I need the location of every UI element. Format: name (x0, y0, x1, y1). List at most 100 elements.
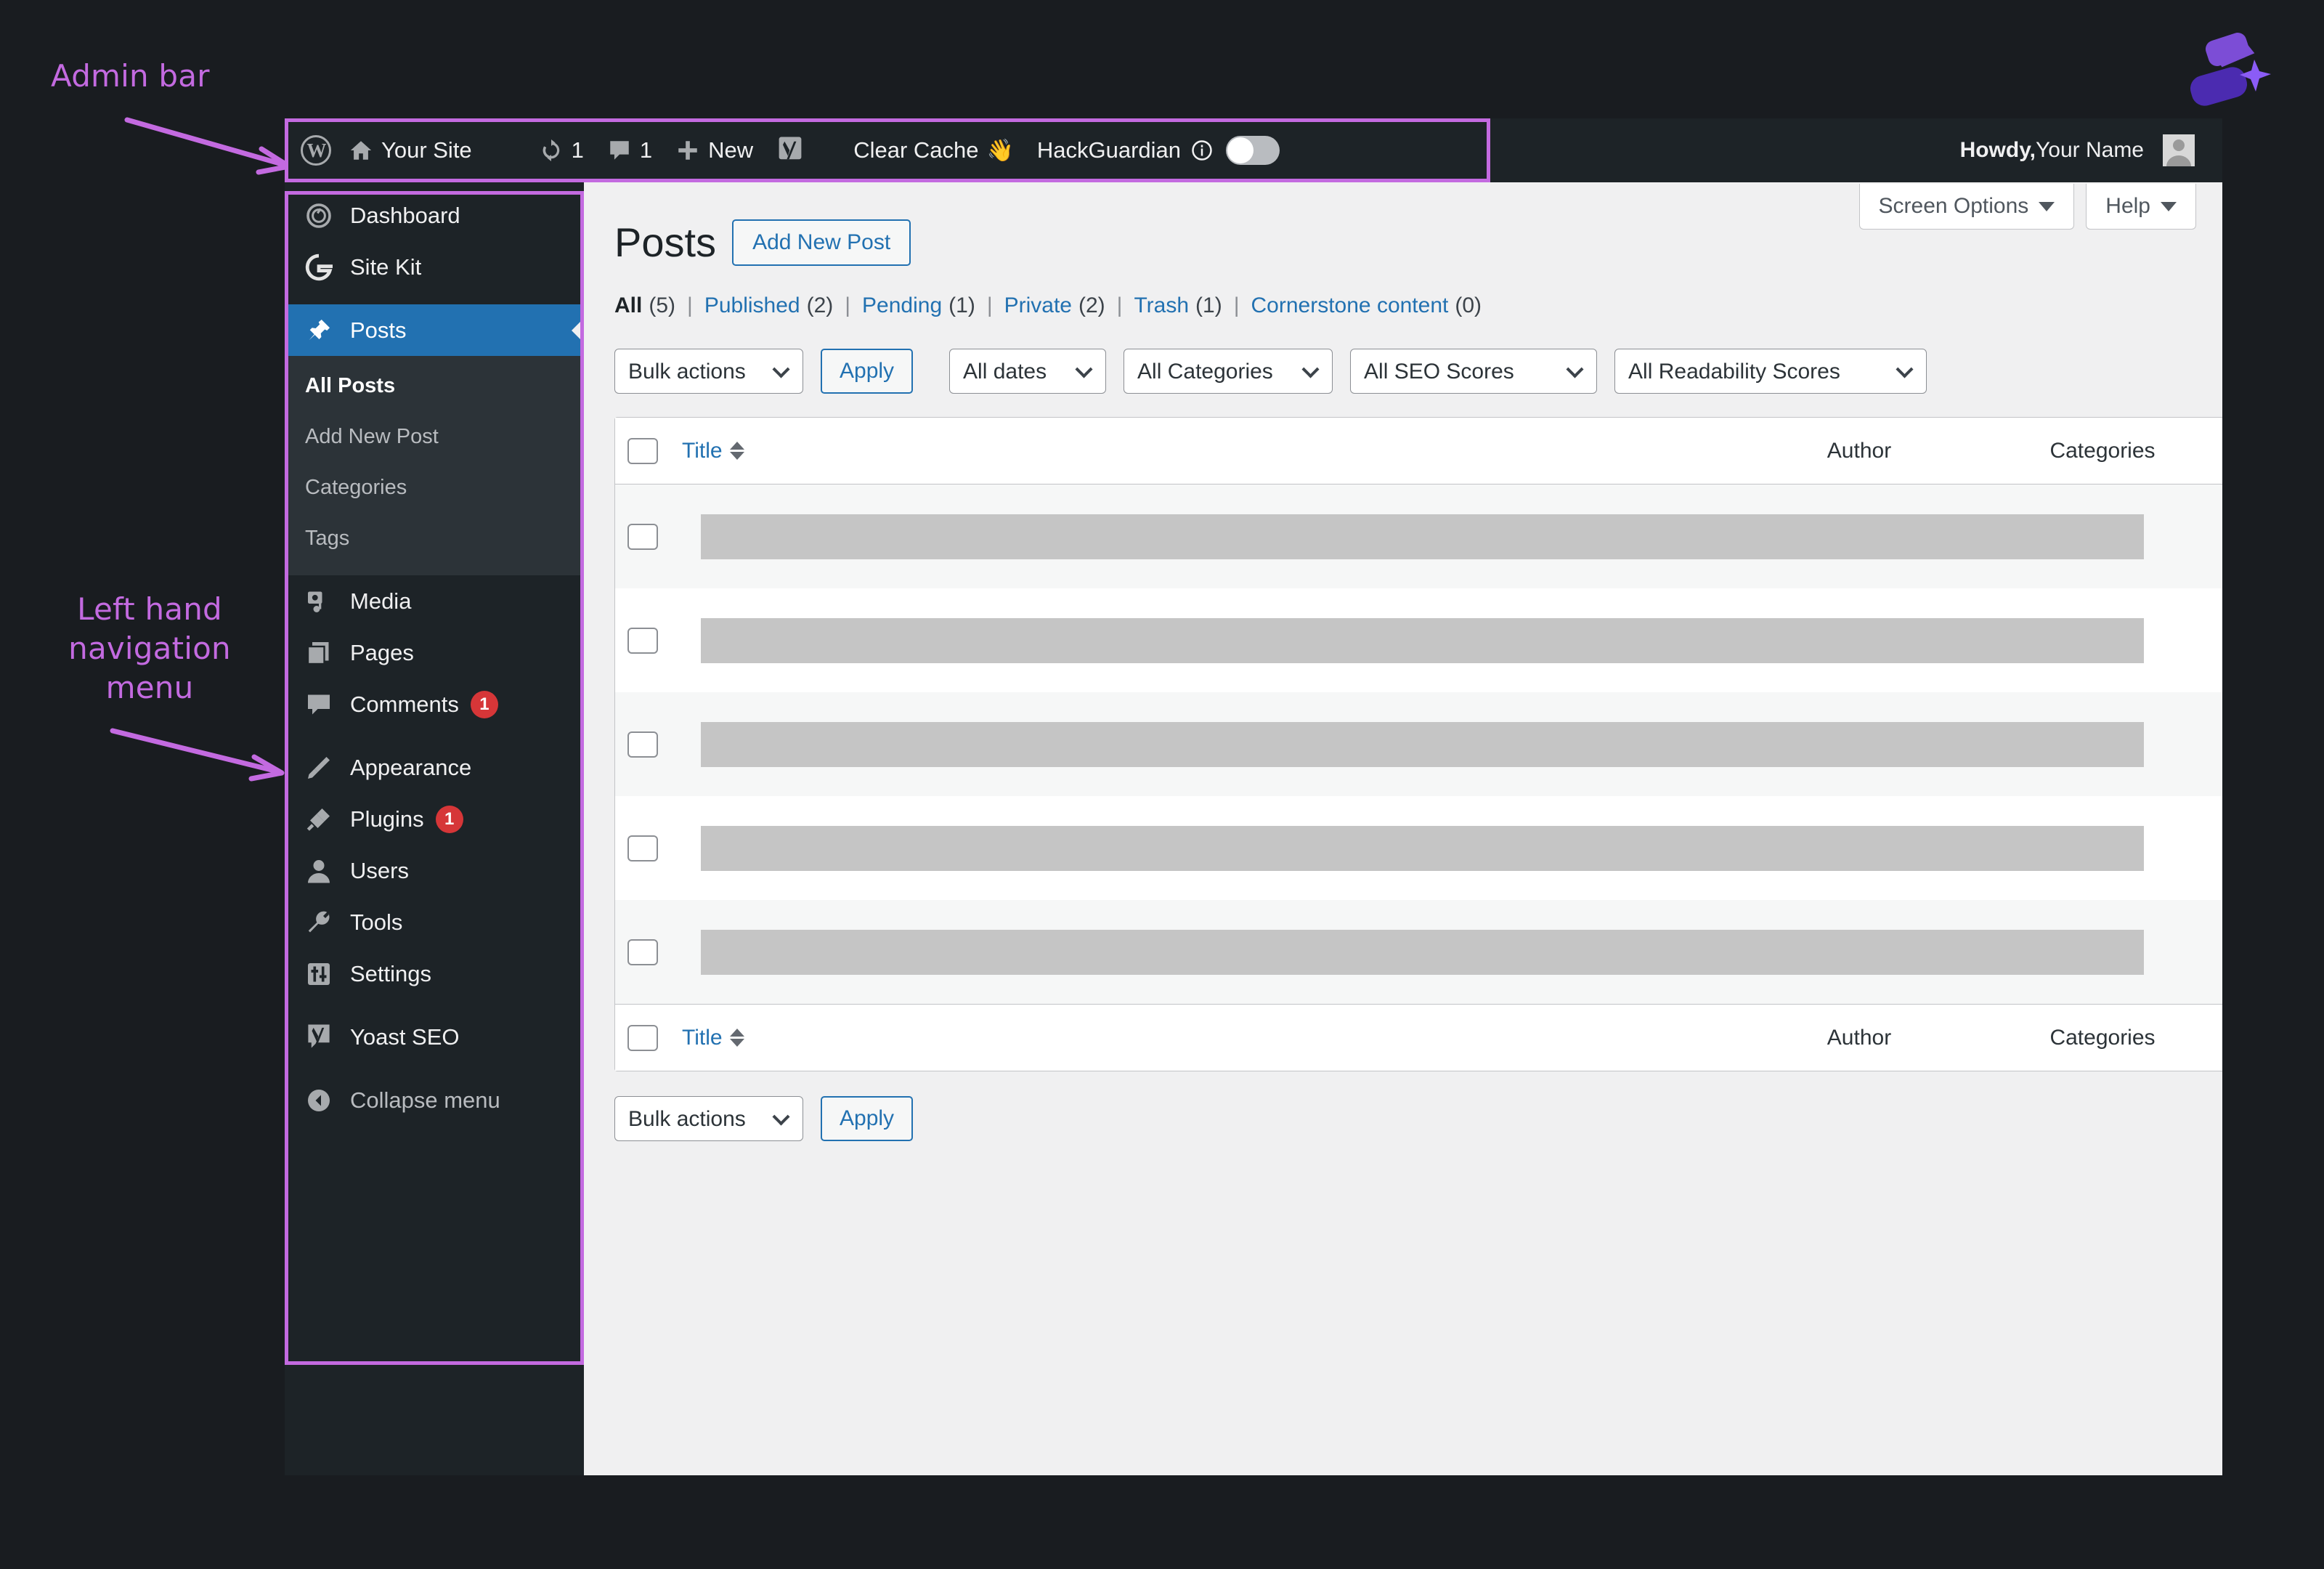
redacted-content-bar (701, 825, 2144, 871)
table-row[interactable] (615, 796, 2222, 900)
user-icon (302, 858, 336, 884)
sidebar-item-appearance[interactable]: Appearance (285, 742, 584, 793)
plugins-badge: 1 (435, 805, 463, 833)
hackguardian-menu[interactable]: HackGuardian (1025, 118, 1291, 182)
add-new-post-button[interactable]: Add New Post (732, 219, 911, 266)
redacted-content-bar (701, 929, 2144, 975)
sidebar-item-all-posts[interactable]: All Posts (285, 360, 584, 411)
new-content-menu[interactable]: New (664, 118, 765, 182)
date-filter-select[interactable]: All dates (949, 349, 1107, 394)
sidebar-item-add-new-post[interactable]: Add New Post (285, 411, 584, 462)
help-label: Help (2105, 194, 2150, 218)
yoast-seo-menu[interactable] (765, 118, 816, 182)
sidebar-item-posts[interactable]: Posts (285, 304, 584, 356)
wordpress-logo-menu[interactable]: W (285, 118, 337, 182)
sidebar-item-dashboard[interactable]: Dashboard (285, 190, 584, 241)
hackguardian-toggle[interactable] (1226, 136, 1280, 165)
column-header-title[interactable]: Title (670, 439, 1739, 463)
row-checkbox[interactable] (627, 523, 658, 550)
sidebar-item-yoast-seo[interactable]: Yoast SEO (285, 1011, 584, 1063)
menu-separator (285, 1000, 584, 1011)
collapse-menu-button[interactable]: Collapse menu (285, 1074, 584, 1126)
comments-menu[interactable]: 1 (596, 118, 664, 182)
bulk-actions-select-wrap: Bulk actions (614, 349, 803, 394)
apply-button-bottom[interactable]: Apply (821, 1096, 914, 1141)
sidebar-item-label: Comments (350, 691, 459, 717)
status-link-trash[interactable]: Trash (1) (1134, 293, 1222, 318)
wrench-icon (302, 909, 336, 936)
sidebar-item-label: Users (350, 857, 409, 883)
sidebar-item-categories[interactable]: Categories (285, 462, 584, 513)
status-link-cornerstone-content[interactable]: Cornerstone content (0) (1251, 293, 1482, 318)
table-row[interactable] (615, 588, 2222, 692)
row-checkbox[interactable] (627, 627, 658, 654)
status-link-label: All (614, 293, 643, 317)
sidebar-item-label: Dashboard (350, 202, 460, 228)
screen-options-button[interactable]: Screen Options (1858, 184, 2075, 230)
sidebar-item-plugins[interactable]: Plugins 1 (285, 793, 584, 845)
dashboard-icon (302, 203, 336, 229)
column-header-author: Author (1739, 439, 1979, 463)
sidebar-item-media[interactable]: Media (285, 575, 584, 627)
bulk-actions-select[interactable]: Bulk actions (614, 349, 803, 394)
column-footer-title[interactable]: Title (670, 1026, 1739, 1050)
updates-icon (543, 139, 559, 162)
status-link-published[interactable]: Published (2) (704, 293, 833, 318)
seo-score-filter-select[interactable]: All SEO Scores (1350, 349, 1598, 394)
posts-table: Title Author Categories Title Author Cat… (614, 417, 2222, 1071)
wave-hand-icon: 👋 (986, 138, 1014, 163)
annotation-arrow-left-nav (110, 728, 285, 782)
sidebar-item-tags[interactable]: Tags (285, 513, 584, 564)
help-button[interactable]: Help (2086, 184, 2196, 230)
table-footer-row: Title Author Categories (615, 1004, 2222, 1071)
updates-menu[interactable]: 1 (527, 118, 596, 182)
comment-bubble-icon (610, 141, 629, 160)
column-author-label: Author (1827, 438, 1892, 463)
site-name-menu[interactable]: Your Site (337, 118, 484, 182)
wordpress-logo-icon: W (301, 135, 331, 166)
column-footer-author: Author (1739, 1026, 1979, 1050)
sidebar-item-tools[interactable]: Tools (285, 896, 584, 948)
sidebar-item-label: Appearance (350, 754, 472, 780)
sidebar-item-label: Plugins (350, 806, 424, 832)
table-row[interactable] (615, 485, 2222, 588)
status-link-all[interactable]: All (5) (614, 293, 675, 318)
seo-score-filter-select-wrap: All SEO Scores (1350, 349, 1598, 394)
annotation-admin-bar-label: Admin bar (51, 58, 210, 94)
bulk-actions-select-bottom[interactable]: Bulk actions (614, 1096, 803, 1141)
column-title-label: Title (682, 1025, 723, 1050)
sidebar-item-settings[interactable]: Settings (285, 948, 584, 1000)
sidebar-item-label: Media (350, 588, 412, 614)
row-checkbox[interactable] (627, 938, 658, 965)
apply-button-top[interactable]: Apply (821, 349, 914, 394)
select-all-checkbox-top[interactable] (627, 437, 658, 464)
category-filter-select[interactable]: All Categories (1124, 349, 1333, 394)
my-account-menu[interactable]: Howdy,Your Name (1949, 118, 2222, 182)
status-link-pending[interactable]: Pending (1) (862, 293, 975, 318)
sidebar-item-label: Pages (350, 639, 414, 665)
sidebar-item-comments[interactable]: Comments 1 (285, 678, 584, 730)
select-all-checkbox-bottom[interactable] (627, 1024, 658, 1051)
readability-filter-select[interactable]: All Readability Scores (1614, 349, 1927, 394)
site-name-label: Your Site (381, 137, 472, 163)
row-select-cell (615, 835, 670, 861)
sidebar-item-users[interactable]: Users (285, 845, 584, 896)
status-link-count: (1) (1195, 293, 1222, 317)
sidebar-item-pages[interactable]: Pages (285, 627, 584, 678)
row-checkbox[interactable] (627, 835, 658, 861)
submenu-item-label: All Posts (305, 373, 396, 397)
redacted-content-bar (701, 514, 2144, 559)
submenu-item-label: Tags (305, 526, 350, 550)
chevron-down-icon (2161, 201, 2177, 211)
table-navigation-top: Bulk actions Apply All dates All Categor… (584, 318, 2222, 394)
clear-cache-button[interactable]: Clear Cache 👋 (842, 118, 1025, 182)
row-checkbox[interactable] (627, 731, 658, 758)
yoast-icon (779, 137, 802, 160)
sidebar-item-label: Site Kit (350, 254, 422, 280)
status-link-label: Cornerstone content (1251, 293, 1449, 317)
table-row[interactable] (615, 692, 2222, 796)
status-link-private[interactable]: Private (2) (1004, 293, 1105, 318)
sidebar-item-site-kit[interactable]: Site Kit (285, 241, 584, 293)
table-row[interactable] (615, 900, 2222, 1004)
menu-separator (285, 293, 584, 304)
